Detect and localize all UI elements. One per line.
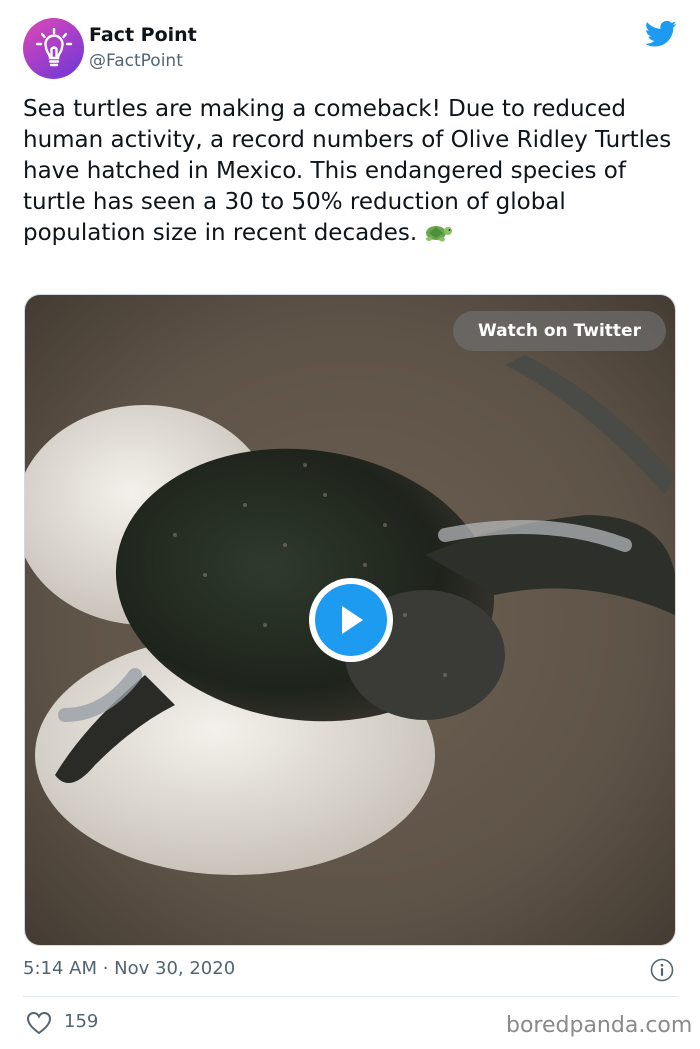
watch-on-twitter-button[interactable]: Watch on Twitter <box>453 311 666 351</box>
author-display-name[interactable]: Fact Point <box>89 24 197 46</box>
video-media[interactable]: Watch on Twitter <box>24 294 676 946</box>
divider <box>23 996 677 997</box>
tweet-text: Sea turtles are making a comeback! Due t… <box>23 94 683 249</box>
info-icon[interactable] <box>650 958 674 982</box>
tweet-card: Fact Point @FactPoint Sea turtles are ma… <box>0 0 700 1049</box>
turtle-icon <box>426 226 453 242</box>
play-icon <box>342 606 363 634</box>
watermark: boredpanda.com <box>506 1013 693 1038</box>
lightbulb-icon <box>35 27 72 66</box>
avatar[interactable] <box>23 18 84 79</box>
twitter-bird-icon[interactable] <box>645 20 677 48</box>
tweet-timestamp[interactable]: 5:14 AM · Nov 30, 2020 <box>23 958 235 979</box>
heart-icon[interactable] <box>26 1011 52 1035</box>
play-button[interactable] <box>309 578 393 662</box>
like-count: 159 <box>64 1011 99 1032</box>
play-button-circle <box>315 584 387 656</box>
author-handle[interactable]: @FactPoint <box>89 51 183 71</box>
tweet-body: Sea turtles are making a comeback! Due t… <box>23 96 672 246</box>
